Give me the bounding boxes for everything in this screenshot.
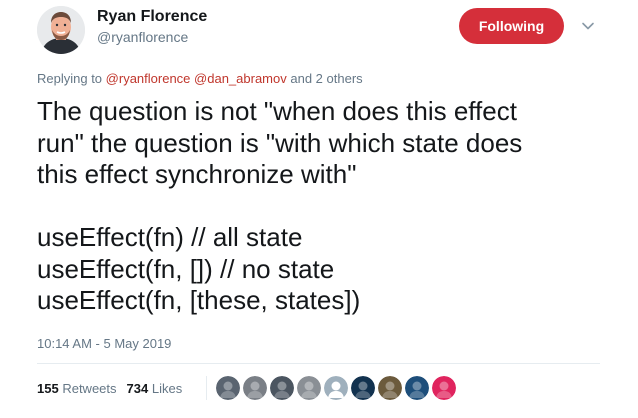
liker-avatar-icon <box>378 376 402 400</box>
likes-stat[interactable]: 734 Likes <box>127 381 183 396</box>
tweet-text-line: useEffect(fn, []) // no state <box>37 253 335 284</box>
liker-avatar[interactable] <box>378 376 402 400</box>
liker-avatar[interactable] <box>351 376 375 400</box>
liker-avatar[interactable] <box>432 376 456 400</box>
retweets-stat[interactable]: 155 Retweets <box>37 381 117 396</box>
avatar[interactable] <box>37 6 85 54</box>
liker-avatar[interactable] <box>216 376 240 400</box>
liker-avatar[interactable] <box>324 376 348 400</box>
stats-separator <box>206 376 207 400</box>
liker-avatar[interactable] <box>405 376 429 400</box>
reply-context: Replying to @ryanflorence @dan_abramov a… <box>37 71 363 86</box>
liker-avatars <box>216 376 459 400</box>
following-button[interactable]: Following <box>459 8 564 44</box>
tweet-text-line: The question is not "when does this effe… <box>37 96 517 126</box>
tweet-text-line: useEffect(fn, [these, states]) <box>37 285 361 315</box>
liker-avatar-icon <box>243 376 267 400</box>
avatar-photo-icon <box>37 6 85 54</box>
tweet-text: The question is not "when does this effe… <box>37 96 607 317</box>
default-avatar-icon <box>324 376 348 400</box>
liker-avatar-icon <box>216 376 240 400</box>
tweet-text-line: run" the question is "with which state d… <box>37 127 523 158</box>
author-name[interactable]: Ryan Florence <box>97 8 207 26</box>
chevron-down-icon[interactable] <box>580 18 596 34</box>
retweets-count: 155 <box>37 381 59 396</box>
liker-avatar-icon <box>297 376 321 400</box>
tweet-text-line: useEffect(fn) // all state <box>37 222 303 252</box>
liker-avatar-icon <box>432 376 456 400</box>
liker-avatar[interactable] <box>243 376 267 400</box>
liker-avatar-icon <box>351 376 375 400</box>
reply-prefix: Replying to <box>37 71 103 86</box>
reply-others-link[interactable]: and 2 others <box>290 71 362 86</box>
following-button-label: Following <box>478 18 545 34</box>
liker-avatar[interactable] <box>270 376 294 400</box>
mention-link[interactable]: @dan_abramov <box>194 71 287 86</box>
tweet-stats: 155 Retweets 734 Likes <box>37 381 182 396</box>
mention-link[interactable]: @ryanflorence <box>106 71 191 86</box>
tweet-text-line: this effect synchronize with" <box>37 159 357 189</box>
divider <box>37 363 600 364</box>
liker-avatar-icon <box>405 376 429 400</box>
likes-label: Likes <box>151 381 183 396</box>
likes-count: 734 <box>126 381 149 396</box>
author-handle[interactable]: @ryanflorence <box>97 29 188 45</box>
liker-avatar[interactable] <box>297 376 321 400</box>
retweets-label: Retweets <box>62 381 117 396</box>
liker-avatar-icon <box>270 376 294 400</box>
tweet-timestamp[interactable]: 10:14 AM - 5 May 2019 <box>37 336 171 351</box>
